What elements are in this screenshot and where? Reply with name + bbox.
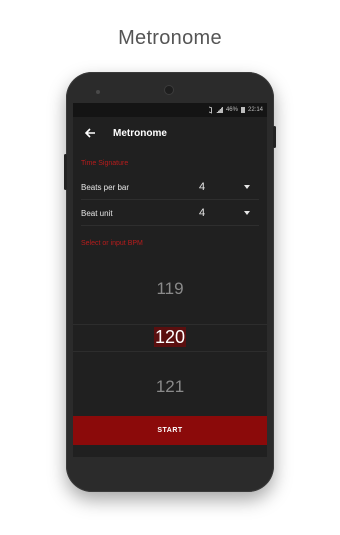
divider — [81, 199, 259, 200]
chevron-down-icon[interactable] — [244, 211, 250, 215]
beats-per-bar-label: Beats per bar — [81, 183, 130, 192]
front-camera — [165, 86, 173, 94]
beat-unit-label: Beat unit — [81, 209, 113, 218]
battery-icon — [240, 107, 245, 113]
chevron-down-icon[interactable] — [244, 185, 250, 189]
picker-divider — [73, 351, 267, 352]
beats-per-bar-value[interactable]: 4 — [199, 181, 205, 193]
status-time: 22:14 — [247, 107, 263, 113]
time-signature-header: Time Signature — [81, 160, 129, 167]
picker-divider — [73, 324, 267, 325]
bpm-previous[interactable]: 119 — [73, 279, 267, 299]
page-title: Metronome — [118, 27, 222, 49]
front-speaker — [96, 90, 100, 94]
battery-percent: 46% — [225, 107, 238, 113]
bpm-selected[interactable]: 120 — [154, 327, 186, 347]
app-screen: 46% 22:14 Metronome Time Signature Beats… — [73, 103, 267, 457]
back-arrow-icon[interactable] — [83, 126, 97, 140]
power-button — [273, 126, 276, 148]
toolbar-title: Metronome — [113, 128, 167, 139]
toolbar: Metronome — [73, 117, 267, 151]
bpm-header: Select or input BPM — [81, 240, 143, 247]
bpm-next[interactable]: 121 — [73, 377, 267, 397]
status-bar: 46% 22:14 — [73, 103, 267, 117]
beat-unit-value[interactable]: 4 — [199, 207, 205, 219]
volume-button — [64, 154, 67, 190]
divider — [81, 225, 259, 226]
start-button[interactable]: START — [73, 416, 267, 445]
signal-icon — [215, 107, 223, 113]
bluetooth-icon — [208, 107, 213, 113]
